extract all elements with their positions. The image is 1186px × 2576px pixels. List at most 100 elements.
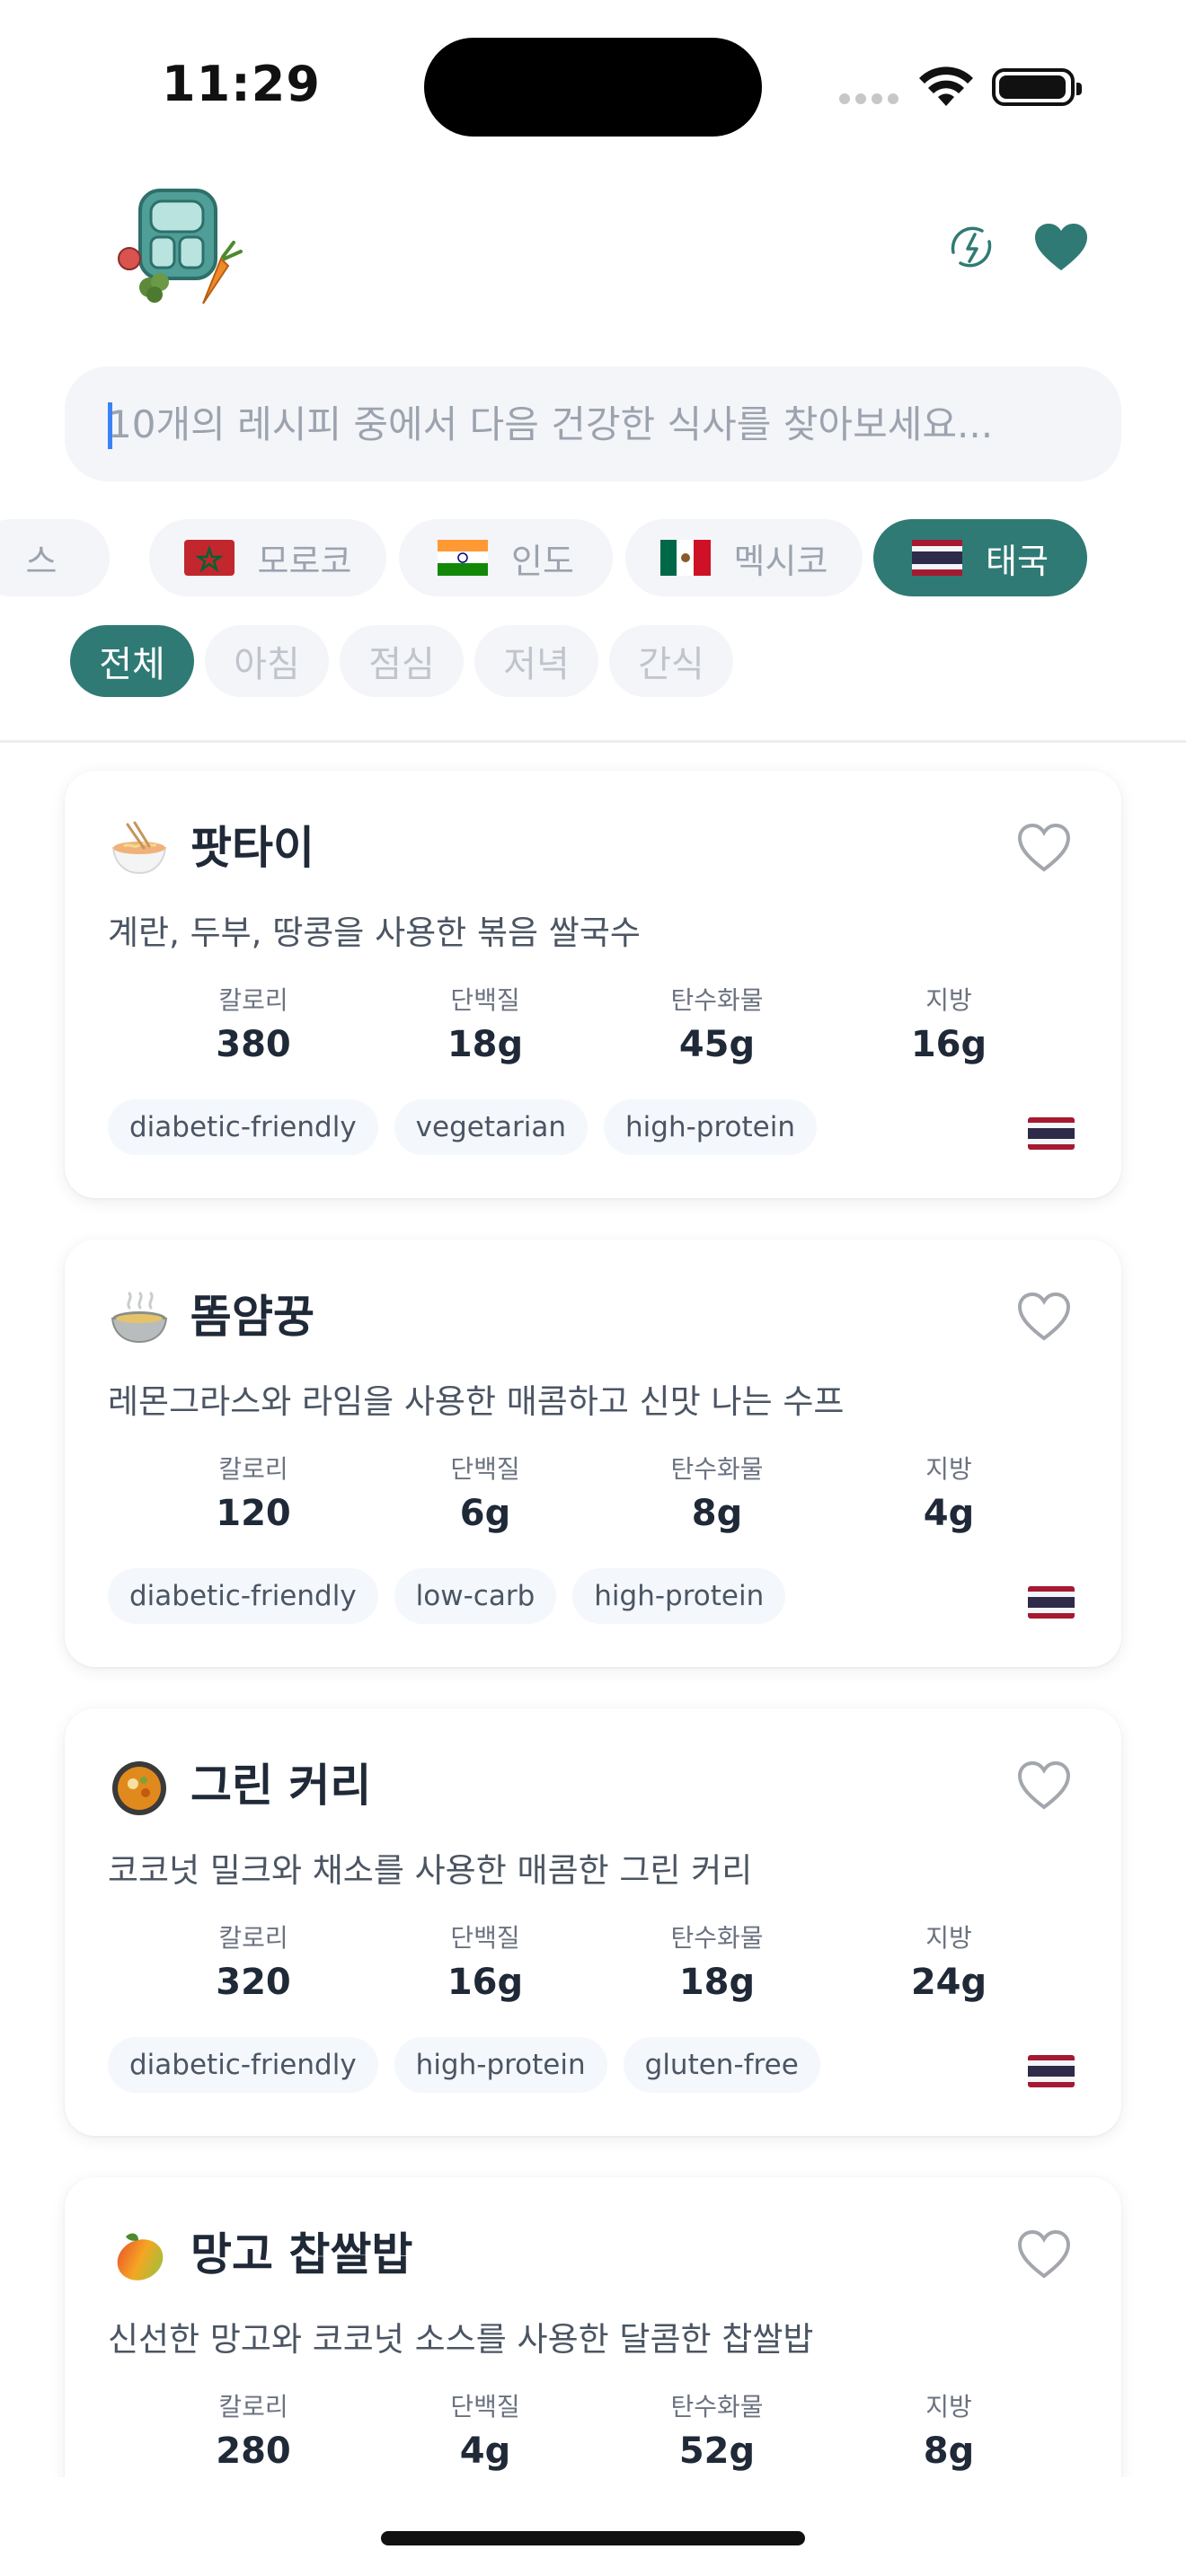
nutrition-value: 280 <box>216 2430 291 2472</box>
nutrition-calories: 칼로리 120 <box>164 1450 343 1534</box>
heart-outline-icon[interactable] <box>1017 823 1071 873</box>
recipe-title: 그린 커리 <box>190 1760 372 1812</box>
recipe-card[interactable]: 똠얌꿍 레몬그라스와 라임을 사용한 매콤하고 신맛 나는 수프 칼로리 120 … <box>65 1239 1121 1667</box>
india-flag-icon <box>438 540 489 576</box>
nutrition-carbs: 탄수화물 52g <box>627 2387 807 2472</box>
nutrition-label: 탄수화물 <box>670 1923 764 1953</box>
meal-chip-label: 간식 <box>638 644 704 685</box>
country-chip-morocco[interactable]: 모로코 <box>149 519 386 596</box>
search-bar[interactable] <box>65 366 1121 481</box>
recipe-title: 똠얌꿍 <box>190 1291 314 1343</box>
country-chip[interactable]: 스 <box>0 519 110 596</box>
meal-chip-label: 아침 <box>234 644 300 685</box>
recipe-tag: high-protein <box>394 2037 607 2093</box>
heart-outline-icon[interactable] <box>1017 1292 1071 1342</box>
recipe-tag: diabetic-friendly <box>108 1099 378 1155</box>
noodle-bowl-icon <box>111 821 167 875</box>
heart-outline-icon[interactable] <box>1017 2229 1071 2280</box>
nutrition-label: 탄수화물 <box>670 2392 764 2422</box>
thailand-flag-icon <box>1028 1586 1075 1619</box>
country-chip-india[interactable]: 인도 <box>399 519 613 596</box>
nutrition-value: 6g <box>459 1493 511 1534</box>
nutrition-fat: 지방 24g <box>859 1919 1039 2003</box>
nutrition-label: 칼로리 <box>218 985 288 1015</box>
nutrition-label: 칼로리 <box>218 1454 288 1484</box>
status-bar: 11:29 <box>0 0 1186 162</box>
recipe-description: 코코넛 밀크와 채소를 사용한 매콤한 그린 커리 <box>108 1851 753 1890</box>
nutrition-label: 지방 <box>925 1923 972 1953</box>
meal-chip-dinner[interactable]: 저녁 <box>474 625 598 697</box>
nutrition-protein: 단백질 4g <box>395 2387 575 2472</box>
heart-filled-icon <box>1035 224 1087 270</box>
nutrition-label: 지방 <box>925 1454 972 1484</box>
country-chip-label: 스 <box>25 541 58 581</box>
nutrition-protein: 단백질 6g <box>395 1450 575 1534</box>
nutrition-value: 320 <box>216 1962 291 2003</box>
recipe-card[interactable]: 팟타이 계란, 두부, 땅콩을 사용한 볶음 쌀국수 칼로리 380 단백질 18g… <box>65 771 1121 1198</box>
meal-chip-all[interactable]: 전체 <box>70 625 194 697</box>
nutrition-calories: 칼로리 320 <box>164 1919 343 2003</box>
sync-button[interactable] <box>940 216 1003 278</box>
meal-chip-breakfast[interactable]: 아침 <box>205 625 329 697</box>
recipe-tag: vegetarian <box>394 1099 588 1155</box>
meal-chip-snack[interactable]: 간식 <box>609 625 733 697</box>
country-chip-mexico[interactable]: 멕시코 <box>625 519 863 596</box>
battery-icon <box>992 68 1082 106</box>
nutrition-value: 380 <box>216 1024 291 1065</box>
nutrition-protein: 단백질 18g <box>395 981 575 1065</box>
nutrition-value: 8g <box>691 1493 743 1534</box>
header-divider <box>0 740 1186 743</box>
nutrition-value: 18g <box>678 1962 756 2003</box>
country-chip-thailand[interactable]: 태국 <box>873 519 1087 596</box>
wifi-icon <box>919 66 973 106</box>
meal-chip-lunch[interactable]: 점심 <box>340 625 464 697</box>
recipe-tag: low-carb <box>394 1568 557 1624</box>
nutrition-protein: 단백질 16g <box>395 1919 575 2003</box>
search-input[interactable] <box>108 366 1096 481</box>
recipe-description: 레몬그라스와 라임을 사용한 매콤하고 신맛 나는 수프 <box>108 1382 845 1421</box>
dynamic-island <box>424 38 762 137</box>
nutrition-label: 지방 <box>925 985 972 1015</box>
recipe-card[interactable]: 그린 커리 코코넛 밀크와 채소를 사용한 매콤한 그린 커리 칼로리 320 단… <box>65 1708 1121 2136</box>
nutrition-calories: 칼로리 380 <box>164 981 343 1065</box>
recipe-list[interactable]: 팟타이 계란, 두부, 땅콩을 사용한 볶음 쌀국수 칼로리 380 단백질 18g… <box>0 744 1186 2477</box>
nutrition-value: 16g <box>447 1962 524 2003</box>
nutrition-value: 18g <box>447 1024 524 1065</box>
nutrition-value: 8g <box>923 2430 975 2472</box>
nutrition-label: 칼로리 <box>218 2392 288 2422</box>
nutrition-carbs: 탄수화물 8g <box>627 1450 807 1534</box>
nutrition-value: 45g <box>678 1024 756 1065</box>
text-caret <box>108 402 112 449</box>
favorites-button[interactable] <box>1030 216 1093 278</box>
country-filter: 스 모로코 인도 멕시코 태국 <box>0 519 1186 598</box>
recipe-tag: diabetic-friendly <box>108 1568 378 1624</box>
nutrition-label: 탄수화물 <box>670 1454 764 1484</box>
nutrition-label: 칼로리 <box>218 1923 288 1953</box>
recipe-description: 계란, 두부, 땅콩을 사용한 볶음 쌀국수 <box>108 913 641 952</box>
meal-chip-label: 전체 <box>99 644 165 685</box>
meal-chip-label: 저녁 <box>503 644 570 685</box>
recipe-tag: high-protein <box>572 1568 786 1624</box>
nutrition-calories: 칼로리 280 <box>164 2387 343 2472</box>
thailand-flag-icon <box>1028 2055 1075 2087</box>
heart-outline-icon[interactable] <box>1017 1760 1071 1811</box>
thailand-flag-icon <box>912 540 963 576</box>
cellular-signal-icon <box>839 93 898 104</box>
nutrition-fat: 지방 4g <box>859 1450 1039 1534</box>
recipe-title: 망고 찹쌀밥 <box>190 2228 413 2280</box>
morocco-flag-icon <box>183 540 235 576</box>
recipe-description: 신선한 망고와 코코넛 소스를 사용한 달콤한 찹쌀밥 <box>108 2320 814 2359</box>
home-indicator[interactable] <box>381 2531 805 2545</box>
recipe-tags: diabetic-friendly high-protein gluten-fr… <box>108 2037 820 2093</box>
nutrition-label: 단백질 <box>450 985 520 1015</box>
nutrition-carbs: 탄수화물 45g <box>627 981 807 1065</box>
mexico-flag-icon <box>659 540 711 576</box>
nutrition-value: 24g <box>910 1962 987 2003</box>
recipe-tags: diabetic-friendly low-carb high-protein <box>108 1568 786 1624</box>
recipe-tag: diabetic-friendly <box>108 2037 378 2093</box>
recipe-title: 팟타이 <box>190 822 314 874</box>
recipe-card[interactable]: 망고 찹쌀밥 신선한 망고와 코코넛 소스를 사용한 달콤한 찹쌀밥 칼로리 28… <box>65 2177 1121 2477</box>
app-logo <box>118 189 243 304</box>
nutrition-value: 16g <box>910 1024 987 1065</box>
nutrition-label: 단백질 <box>450 1454 520 1484</box>
